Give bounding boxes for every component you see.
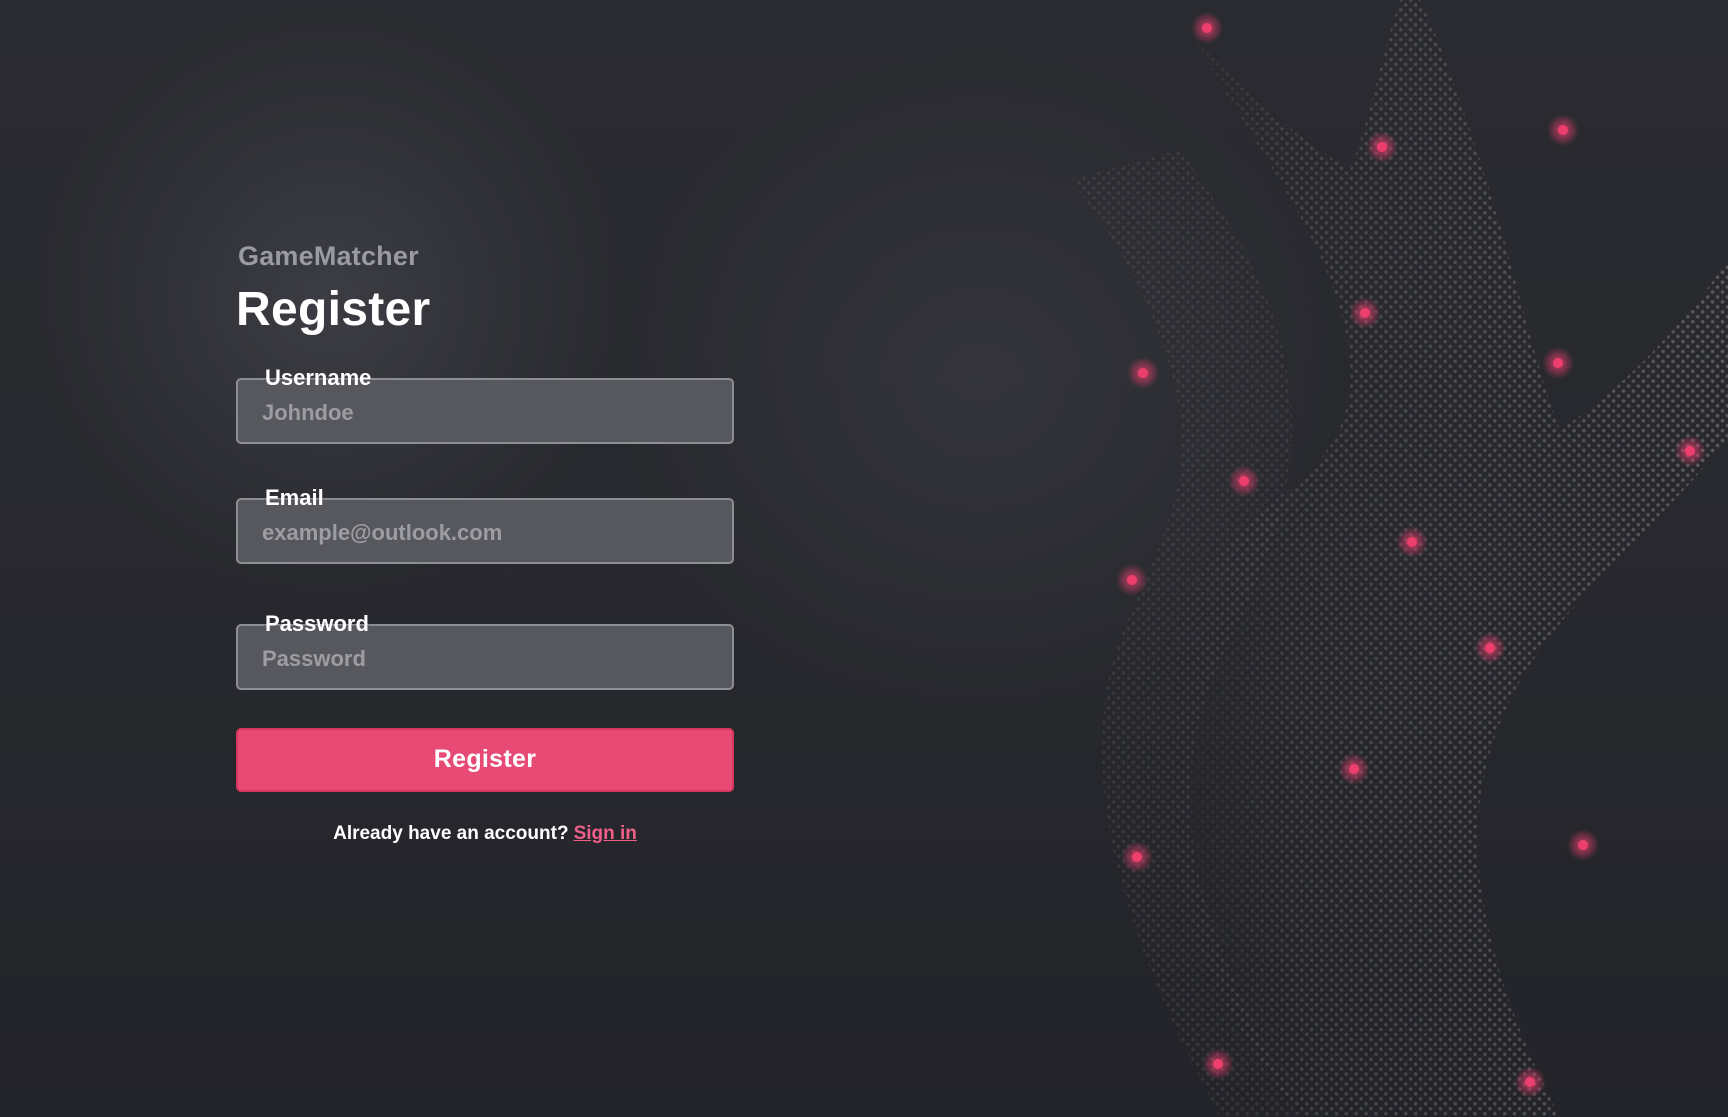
glow-dot [1407, 537, 1417, 547]
register-button[interactable]: Register [236, 727, 734, 792]
glow-dot [1578, 840, 1588, 850]
glow-dot [1213, 1059, 1223, 1069]
username-field[interactable]: Username [236, 364, 734, 444]
glow-dot [1377, 142, 1387, 152]
password-field[interactable]: Password [236, 610, 734, 690]
username-label: Username [264, 364, 373, 391]
password-input[interactable] [262, 643, 702, 674]
glow-dot [1127, 575, 1137, 585]
signin-prompt: Already have an account? [333, 822, 569, 844]
username-input[interactable] [262, 397, 702, 428]
glow-dot [1202, 23, 1212, 33]
glow-dot [1360, 308, 1370, 318]
glow-dot [1558, 125, 1568, 135]
glow-dot [1685, 446, 1695, 456]
glow-dot [1553, 358, 1563, 368]
email-field[interactable]: Email [236, 484, 734, 564]
glow-dot [1132, 852, 1142, 862]
email-input[interactable] [262, 517, 702, 548]
glow-dot [1138, 368, 1148, 378]
page-title: Register [236, 283, 431, 337]
signin-link[interactable]: Sign in [574, 823, 637, 844]
signin-row: Already have an account? Sign in [236, 823, 734, 845]
glow-dot [1349, 764, 1359, 774]
email-label: Email [264, 484, 325, 511]
password-label: Password [264, 610, 370, 637]
register-form: GameMatcher Register Username Email Pass… [236, 240, 734, 845]
glow-dot [1485, 643, 1495, 653]
glow-dot [1525, 1077, 1535, 1087]
glow-dot [1239, 476, 1249, 486]
app-brand: GameMatcher [238, 241, 419, 271]
